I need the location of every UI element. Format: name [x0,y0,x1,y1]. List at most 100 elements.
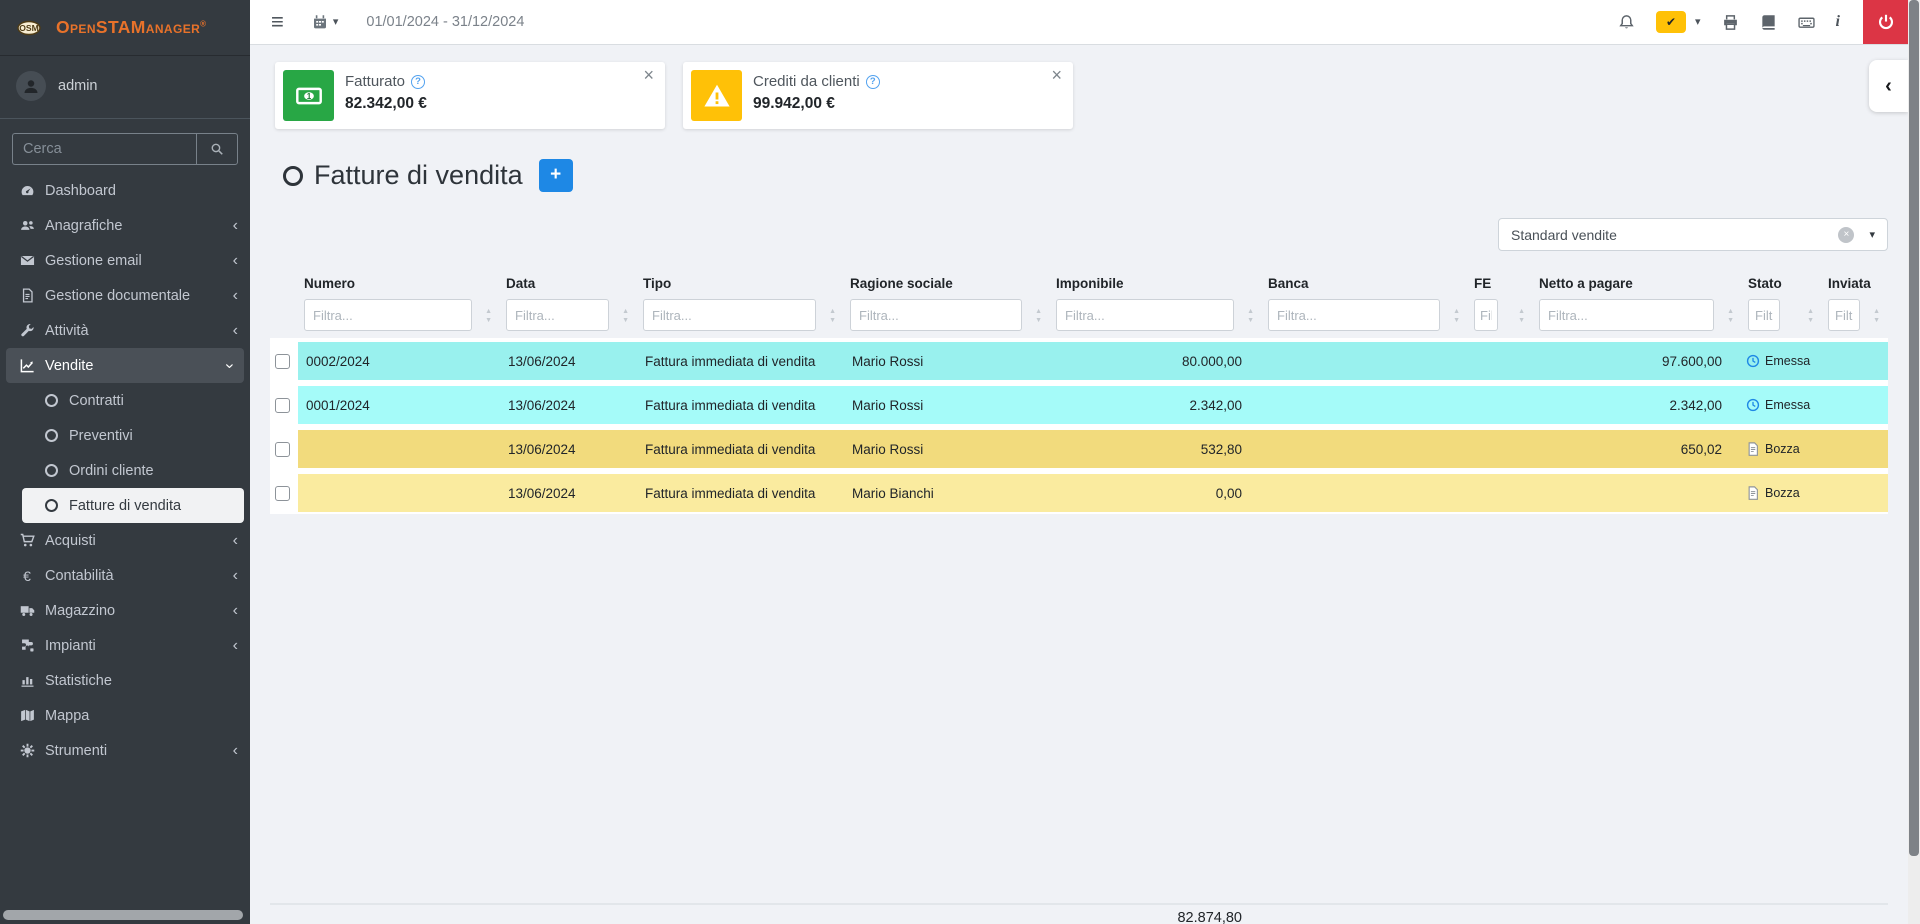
cell-tipo: Fattura immediata di vendita [637,386,844,424]
chevron-left-icon: ‹ [233,288,238,304]
circle-icon [40,394,62,407]
hamburger-menu-icon[interactable]: ≡ [271,11,284,33]
search-button[interactable] [196,133,238,165]
table-row[interactable]: 13/06/2024 Fattura immediata di vendita … [270,474,1888,512]
cell-tipo: Fattura immediata di vendita [637,342,844,380]
column-header-inviata[interactable]: Inviata [1822,276,1888,296]
sidebar-item-anagrafiche[interactable]: Anagrafiche‹ [0,208,250,243]
column-header-fe[interactable]: FE [1468,276,1533,296]
sidebar-item-acquisti[interactable]: Acquisti‹ [0,523,250,558]
close-icon[interactable]: × [643,65,654,86]
brand-name: OpenSTAManager [56,17,200,37]
cell-stato: Bozza [1742,430,1822,468]
row-checkbox[interactable] [275,354,290,369]
cell-numero: 0002/2024 [298,342,500,380]
close-icon[interactable]: × [1051,65,1062,86]
column-header-banca[interactable]: Banca [1262,276,1468,296]
sidebar-item-gestione-email[interactable]: Gestione email‹ [0,243,250,278]
filter-inviata[interactable] [1828,299,1860,331]
card-value: 99.942,00 € [753,95,835,113]
sidebar-horizontal-scrollbar[interactable] [3,910,243,920]
filter-tipo[interactable] [643,299,816,331]
column-header-stato[interactable]: Stato [1742,276,1822,296]
card-title: Fatturato [345,73,405,90]
docs-button[interactable] [1760,14,1777,31]
column-header-ragione-sociale[interactable]: Ragione sociale [844,276,1050,296]
info-button[interactable]: i [1836,13,1840,31]
search-input[interactable] [12,133,196,165]
sidebar-item-gestione-documentale[interactable]: Gestione documentale‹ [0,278,250,313]
logout-button[interactable] [1863,0,1908,44]
sidebar-item-impianti[interactable]: Impianti‹ [0,628,250,663]
column-header-imponibile[interactable]: Imponibile [1050,276,1262,296]
add-invoice-button[interactable]: + [539,159,573,192]
calendar-picker[interactable]: ▾ [312,14,339,30]
table-row[interactable]: 13/06/2024 Fattura immediata di vendita … [270,430,1888,468]
filter-stato[interactable] [1748,299,1780,331]
filter-ragione-sociale[interactable] [850,299,1022,331]
column-header-tipo[interactable]: Tipo [637,276,844,296]
tasks-button[interactable]: ✔ [1656,11,1686,33]
help-icon[interactable]: ? [866,75,880,89]
sidebar-item-statistiche[interactable]: Statistiche [0,663,250,698]
sidebar-item-contratti[interactable]: Contratti [0,383,250,418]
sort-icons: ▲▼ [1807,307,1814,325]
segment-select[interactable]: Standard vendite × ▾ [1498,218,1888,251]
row-checkbox[interactable] [275,486,290,501]
stat-card-crediti: Crediti da clienti? 99.942,00 € × [683,62,1073,129]
filter-banca[interactable] [1268,299,1440,331]
clear-icon[interactable]: × [1838,227,1854,243]
user-panel[interactable]: admin [0,56,250,119]
sort-icons: ▲▼ [1873,307,1880,325]
sort-icons: ▲▼ [485,307,492,325]
column-header-numero[interactable]: Numero [298,276,500,296]
caret-down-icon[interactable]: ▾ [1695,17,1701,28]
sidebar-item-magazzino[interactable]: Magazzino‹ [0,593,250,628]
filter-data[interactable] [506,299,609,331]
page-scrollbar-thumb[interactable] [1909,0,1919,856]
filter-imponibile[interactable] [1056,299,1234,331]
notifications-button[interactable] [1618,14,1635,31]
collapse-panel-button[interactable]: ‹ [1869,60,1908,112]
imponibile-total: 82.874,80 [1050,910,1262,924]
print-button[interactable] [1722,14,1739,31]
brand[interactable]: OSM OpenSTAManager® [0,0,250,56]
page-header: Fatture di vendita + [283,159,573,192]
cell-banca [1262,474,1468,512]
cell-imponibile: 80.000,00 [1050,342,1262,380]
book-icon [1760,14,1777,31]
chevron-left-icon: ‹ [233,638,238,654]
cell-netto-a-pagare [1533,474,1742,512]
map-icon [16,708,38,723]
row-checkbox[interactable] [275,442,290,457]
sidebar-item-ordini-cliente[interactable]: Ordini cliente [0,453,250,488]
sidebar-item-preventivi[interactable]: Preventivi [0,418,250,453]
chevron-left-icon: ‹ [233,323,238,339]
shortcuts-button[interactable] [1798,14,1815,31]
cell-imponibile: 2.342,00 [1050,386,1262,424]
chevron-left-icon: ‹ [233,603,238,619]
sidebar-item-dashboard[interactable]: Dashboard [0,173,250,208]
sidebar-item-strumenti[interactable]: Strumenti‹ [0,733,250,768]
column-header-data[interactable]: Data [500,276,637,296]
table-row[interactable]: 0002/2024 13/06/2024 Fattura immediata d… [270,342,1888,380]
cell-netto-a-pagare: 2.342,00 [1533,386,1742,424]
circle-icon [40,464,62,477]
help-icon[interactable]: ? [411,75,425,89]
cell-ragione-sociale: Mario Rossi [844,386,1050,424]
filter-netto-a-pagare[interactable] [1539,299,1714,331]
sidebar-item-mappa[interactable]: Mappa [0,698,250,733]
printer-icon [1722,14,1739,31]
sidebar-item-vendite[interactable]: Vendite‹ [6,348,244,383]
sidebar-item-attivita[interactable]: Attività‹ [0,313,250,348]
wrench-icon [16,323,38,338]
sidebar-item-contabilita[interactable]: €Contabilità‹ [0,558,250,593]
sidebar-item-fatture-di-vendita[interactable]: Fatture di vendita [22,488,244,523]
table-row[interactable]: 0001/2024 13/06/2024 Fattura immediata d… [270,386,1888,424]
filter-fe[interactable] [1474,299,1498,331]
sidebar-search [12,133,238,165]
sort-icons: ▲▼ [622,307,629,325]
row-checkbox[interactable] [275,398,290,413]
filter-numero[interactable] [304,299,472,331]
column-header-netto-a-pagare[interactable]: Netto a pagare [1533,276,1742,296]
